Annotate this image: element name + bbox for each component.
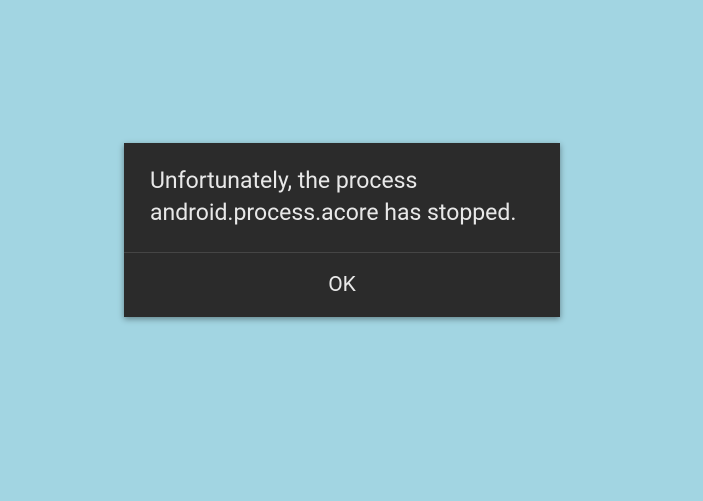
error-dialog: Unfortunately, the process android.proce…	[124, 143, 560, 317]
dialog-actions: OK	[124, 253, 560, 317]
ok-button[interactable]: OK	[124, 253, 560, 317]
dialog-message: Unfortunately, the process android.proce…	[124, 143, 560, 253]
